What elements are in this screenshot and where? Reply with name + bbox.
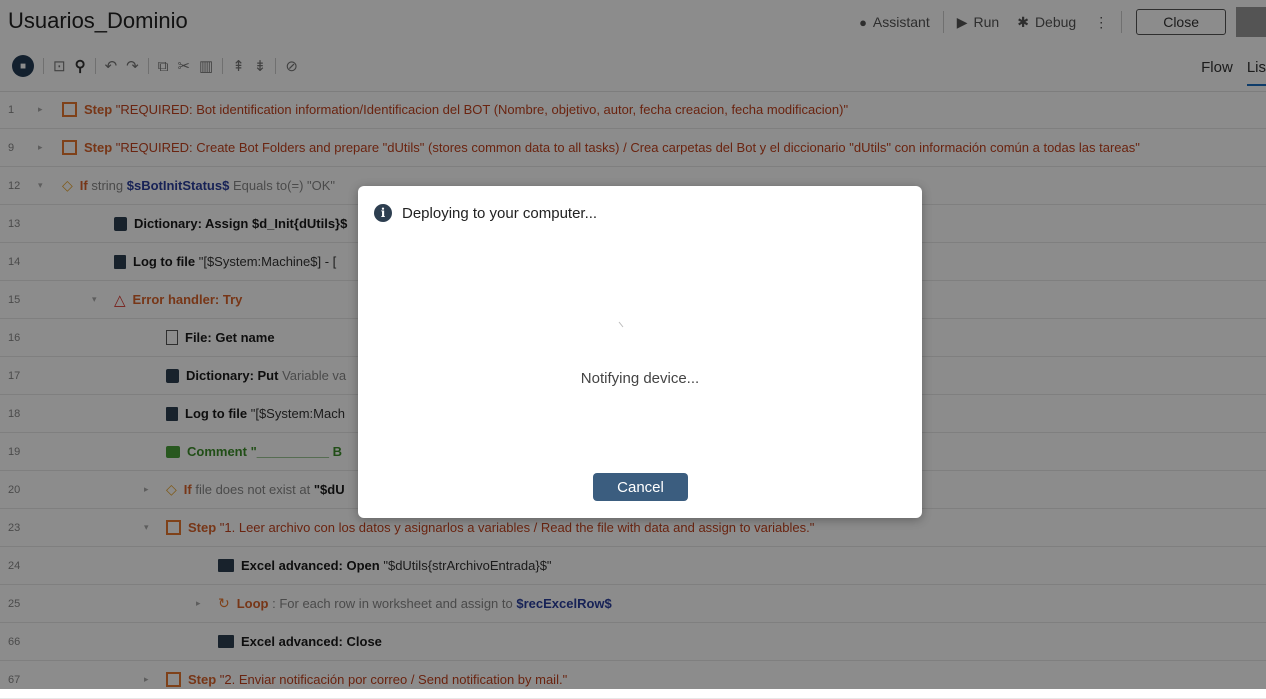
dialog-message: Notifying device...	[580, 370, 700, 387]
deploy-dialog: i Deploying to your computer... Notifyin…	[358, 186, 922, 518]
cancel-button[interactable]: Cancel	[593, 473, 688, 501]
loading-spinner-icon	[618, 321, 624, 328]
dialog-header: i Deploying to your computer...	[374, 204, 597, 222]
dialog-title: Deploying to your computer...	[402, 204, 598, 222]
info-icon: i	[374, 204, 392, 222]
